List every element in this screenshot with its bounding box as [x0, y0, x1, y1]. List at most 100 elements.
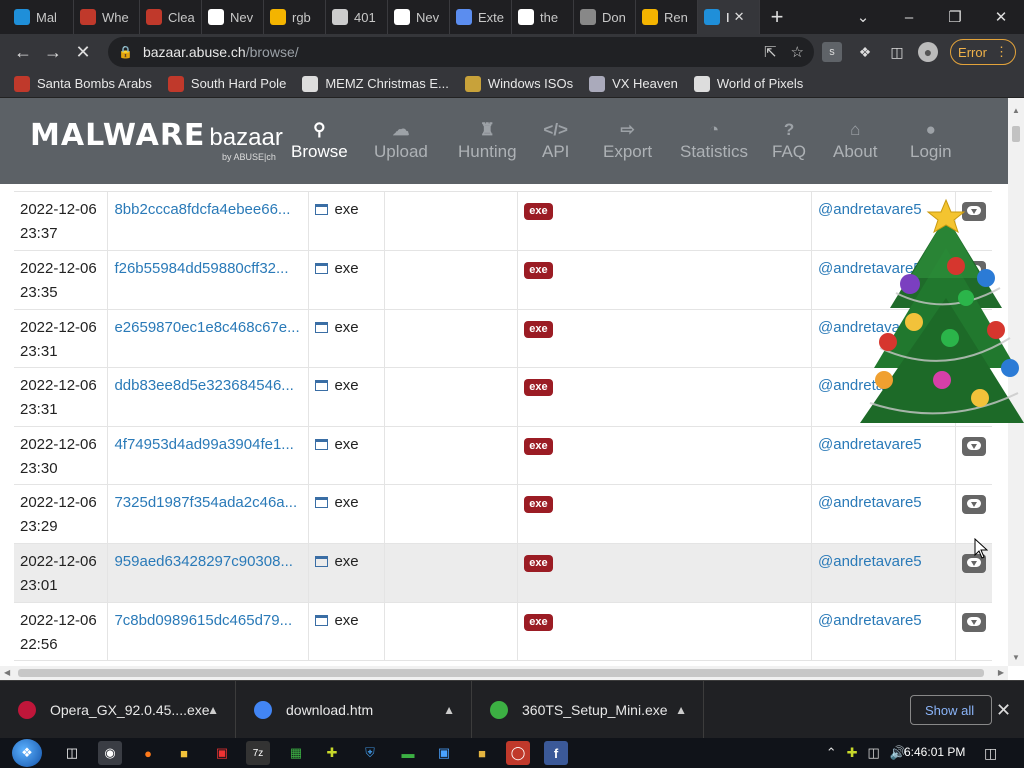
task-view-icon[interactable]: ◫ [60, 741, 84, 765]
tag-badge[interactable]: exe [524, 613, 553, 631]
address-bar[interactable]: 🔒 bazaar.abuse.ch/browse/ ⇱ ☆ [108, 37, 814, 67]
kebab-menu-icon[interactable]: ⋮ [995, 44, 1008, 60]
defender-icon[interactable]: ⛨ [358, 741, 382, 765]
tag-badge[interactable]: exe [524, 496, 553, 514]
horizontal-scrollbar[interactable]: ◀ ▶ [0, 666, 1008, 680]
restore-button[interactable]: ❐ [932, 0, 978, 34]
browser-tab[interactable]: I ✕ [698, 0, 760, 34]
tray-chevron-icon[interactable]: ⌃ [826, 745, 837, 761]
forward-button[interactable]: → [38, 37, 68, 67]
bookmark-item[interactable]: Santa Bombs Arabs [14, 75, 152, 92]
show-all-downloads-button[interactable]: Show all [910, 695, 992, 725]
bookmark-item[interactable]: Windows ISOs [464, 75, 573, 92]
tag-badge[interactable]: exe [524, 320, 553, 338]
chevron-up-icon[interactable]: ▲ [207, 703, 219, 717]
browser-tab[interactable]: rgb [264, 0, 326, 34]
nav-browse[interactable]: ⚲ Browse [291, 120, 348, 162]
bookmark-item[interactable]: World of Pixels [693, 75, 803, 92]
sha256-link[interactable]: 4f74953d4ad99a3904fe1... [114, 436, 293, 453]
nav-login[interactable]: ● Login [910, 120, 952, 162]
reporter-link[interactable]: @andretavare5 [818, 612, 922, 629]
photos-icon[interactable]: ▣ [432, 741, 456, 765]
download-item[interactable]: download.htm ▲ [236, 681, 472, 739]
scroll-right-icon[interactable]: ▶ [998, 668, 1004, 677]
browser-tab[interactable]: Nev [388, 0, 450, 34]
chevron-up-icon[interactable]: ▲ [443, 703, 455, 717]
browser-tab[interactable]: Whe [74, 0, 140, 34]
nav-export[interactable]: ⇨ Export [603, 120, 652, 162]
nav-upload[interactable]: ☁ Upload [374, 120, 428, 162]
extension-s-icon[interactable]: s [822, 42, 842, 62]
file-explorer-icon[interactable]: ■ [172, 741, 196, 765]
sha256-link[interactable]: 7c8bd0989615dc465d79... [114, 612, 292, 629]
nav-faq[interactable]: ? FAQ [772, 120, 806, 162]
bookmark-item[interactable]: VX Heaven [589, 75, 678, 92]
folder-icon[interactable]: ■ [470, 741, 494, 765]
browser-tab[interactable]: Clea [140, 0, 202, 34]
minimize-button[interactable]: – [886, 0, 932, 34]
chrome-taskbar-icon[interactable]: ◉ [98, 741, 122, 765]
browser-tab[interactable]: Mal [8, 0, 74, 34]
taskbar-clock[interactable]: 6:46:01 PM [904, 745, 965, 759]
sha256-link[interactable]: 8bb2ccca8fdcfa4ebee66... [114, 201, 290, 218]
horizontal-scroll-thumb[interactable] [18, 669, 984, 677]
download-item[interactable]: 360TS_Setup_Mini.exe ▲ [472, 681, 704, 739]
nav-hunting[interactable]: ♜ Hunting [458, 120, 517, 162]
nav-statistics[interactable]: ◔ Statistics [680, 120, 748, 162]
profile-error-button[interactable]: Error ⋮ [950, 39, 1016, 65]
sha256-link[interactable]: e2659870ec1e8c468c67e... [114, 319, 299, 336]
browser-tab[interactable]: Exte [450, 0, 512, 34]
tag-badge[interactable]: exe [524, 262, 553, 280]
reporter-link[interactable]: @andretavare5 [818, 436, 922, 453]
site-logo[interactable]: MALWARE bazaar by ABUSE|ch [30, 118, 283, 162]
tag-badge[interactable]: exe [524, 437, 553, 455]
tray-plus-icon[interactable]: ✚ [847, 745, 858, 761]
opera-taskbar-icon[interactable]: ◯ [506, 741, 530, 765]
scroll-left-icon[interactable]: ◀ [4, 668, 10, 677]
tag-badge[interactable]: exe [524, 555, 553, 573]
scroll-up-icon[interactable]: ▲ [1012, 106, 1020, 115]
close-downloads-bar-icon[interactable]: ✕ [996, 700, 1011, 721]
sha256-link[interactable]: ddb83ee8d5e323684546... [114, 377, 293, 394]
reporter-link[interactable]: @andretavare5 [818, 553, 922, 570]
7zip-icon[interactable]: 7z [246, 741, 270, 765]
bookmark-star-icon[interactable]: ☆ [791, 43, 804, 61]
browser-tab[interactable]: Ren [636, 0, 698, 34]
share-icon[interactable]: ⇱ [764, 43, 777, 61]
sha256-link[interactable]: f26b55984dd59880cff32... [114, 260, 288, 277]
network-icon[interactable]: ◫ [868, 745, 880, 761]
stop-loading-button[interactable]: ✕ [68, 37, 98, 67]
vertical-scroll-thumb[interactable] [1012, 126, 1020, 142]
extensions-puzzle-icon[interactable]: ❖ [855, 42, 875, 62]
notification-icon[interactable]: ◫ [984, 745, 997, 762]
browser-tab[interactable]: Nev [202, 0, 264, 34]
start-button[interactable]: ❖ [12, 739, 42, 767]
notepad-icon[interactable]: ▦ [284, 741, 308, 765]
tab-search-chevron-icon[interactable]: ⌄ [840, 0, 886, 34]
nav-api[interactable]: </> API [542, 120, 569, 162]
browser-tab[interactable]: the [512, 0, 574, 34]
close-tab-icon[interactable]: ✕ [734, 9, 745, 25]
app-red-icon[interactable]: ▣ [210, 741, 234, 765]
green-app-icon[interactable]: ▬ [396, 741, 420, 765]
nav-about[interactable]: ⌂ About [833, 120, 877, 162]
sha256-link[interactable]: 959aed63428297c90308... [114, 553, 293, 570]
scroll-down-icon[interactable]: ▼ [1012, 653, 1020, 662]
facebook-icon[interactable]: f [544, 741, 568, 765]
reporter-link[interactable]: @andretavare5 [818, 494, 922, 511]
cloud-download-icon[interactable] [961, 436, 986, 456]
plus-app-icon[interactable]: ✚ [320, 741, 344, 765]
browser-tab[interactable]: 401 [326, 0, 388, 34]
tag-badge[interactable]: exe [524, 203, 553, 220]
browser-tab[interactable]: Don [574, 0, 636, 34]
cloud-download-icon[interactable] [961, 612, 986, 632]
profile-avatar-icon[interactable]: ● [918, 42, 938, 62]
bookmark-item[interactable]: MEMZ Christmas E... [302, 75, 449, 92]
tag-badge[interactable]: exe [524, 379, 553, 397]
firefox-taskbar-icon[interactable]: ● [136, 741, 160, 765]
new-tab-button[interactable]: + [760, 0, 794, 34]
close-window-button[interactable]: ✕ [978, 0, 1024, 34]
side-panel-icon[interactable]: ◫ [887, 42, 907, 62]
bookmark-item[interactable]: South Hard Pole [167, 75, 286, 92]
download-item[interactable]: Opera_GX_92.0.45....exe ▲ [0, 681, 236, 739]
